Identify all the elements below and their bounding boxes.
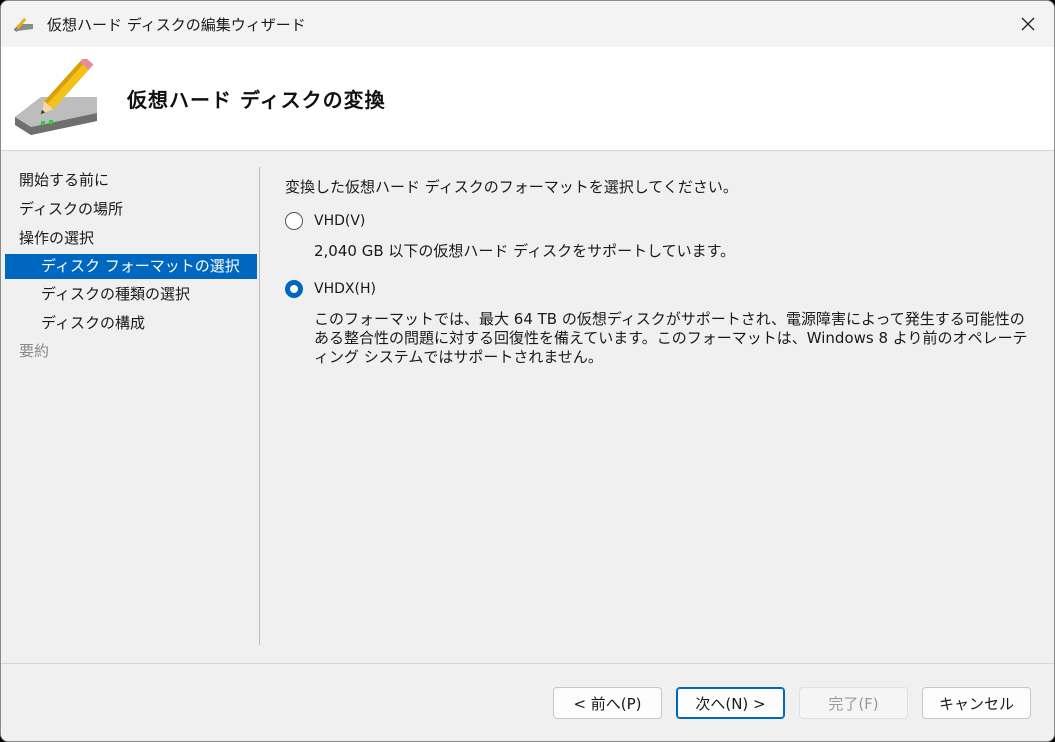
nav-item-choose-disk-type[interactable]: ディスクの種類の選択 xyxy=(5,282,257,307)
disk-edit-icon xyxy=(15,58,97,135)
disk-edit-icon xyxy=(13,14,37,34)
title-bar[interactable]: 仮想ハード ディスクの編集ウィザード xyxy=(1,1,1054,47)
nav-item-choose-disk-format[interactable]: ディスク フォーマットの選択 xyxy=(5,254,257,279)
vhdx-radio-label[interactable]: VHDX(H) xyxy=(314,281,376,297)
vhd-radio-option[interactable]: VHD(V) xyxy=(285,212,365,230)
previous-button[interactable]: < 前へ(P) xyxy=(553,687,662,719)
nav-item-choose-action[interactable]: 操作の選択 xyxy=(5,226,257,251)
vhd-radio[interactable] xyxy=(285,212,303,230)
finish-button[interactable]: 完了(F) xyxy=(799,687,908,719)
vhdx-description-line: このフォーマットでは、最大 64 TB の仮想ディスクがサポートされ、電源障害に… xyxy=(314,310,1025,328)
format-prompt: 変換した仮想ハード ディスクのフォーマットを選択してください。 xyxy=(285,178,738,196)
nav-divider xyxy=(259,167,260,645)
wizard-header: 仮想ハード ディスクの変換 xyxy=(1,47,1054,151)
vhd-radio-label[interactable]: VHD(V) xyxy=(314,213,365,229)
nav-item-summary[interactable]: 要約 xyxy=(5,339,257,364)
cancel-button[interactable]: キャンセル xyxy=(922,687,1031,719)
vhdx-description: このフォーマットでは、最大 64 TB の仮想ディスクがサポートされ、電源障害に… xyxy=(314,310,1034,367)
vhdx-description-line: ある整合性の問題に対する回復性を備えています。このフォーマットは、Windows… xyxy=(314,329,1028,347)
wizard-nav: 開始する前に ディスクの場所 操作の選択 ディスク フォーマットの選択 ディスク… xyxy=(1,152,259,662)
nav-item-disk-location[interactable]: ディスクの場所 xyxy=(5,197,257,222)
close-button[interactable] xyxy=(1002,1,1054,47)
close-icon xyxy=(1021,17,1035,31)
next-button[interactable]: 次へ(N) > xyxy=(676,687,785,719)
vhdx-radio-option[interactable]: VHDX(H) xyxy=(285,280,376,298)
window-title: 仮想ハード ディスクの編集ウィザード xyxy=(47,15,306,34)
page-title: 仮想ハード ディスクの変換 xyxy=(127,88,386,112)
nav-item-before-you-begin[interactable]: 開始する前に xyxy=(5,168,257,193)
wizard-window: 仮想ハード ディスクの編集ウィザード 仮想ハード ディスクの変換 開始する前に xyxy=(0,0,1055,742)
vhdx-radio[interactable] xyxy=(285,280,303,298)
vhdx-description-line: ィング システムではサポートされません。 xyxy=(314,348,603,366)
vhd-description: 2,040 GB 以下の仮想ハード ディスクをサポートしています。 xyxy=(314,242,736,260)
nav-item-configure-disk[interactable]: ディスクの構成 xyxy=(5,311,257,336)
